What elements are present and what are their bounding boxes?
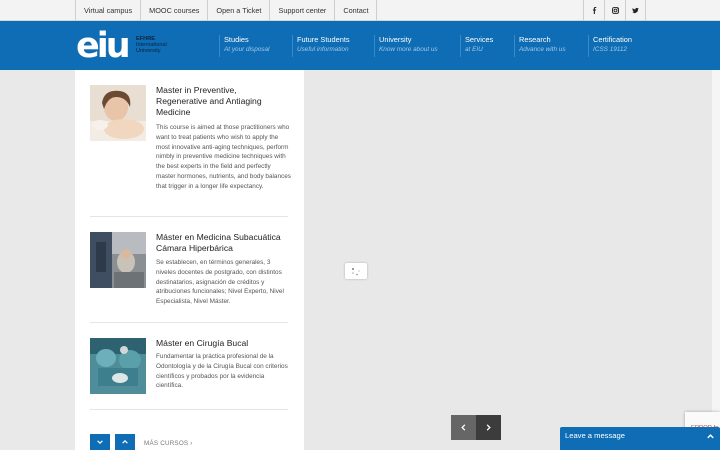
nav-research[interactable]: Research Advance with us — [514, 35, 566, 57]
top-bar: Virtual campus MOOC courses Open a Ticke… — [0, 0, 720, 21]
eiu-logo[interactable]: eiu EFHRE International University — [76, 28, 178, 64]
main-header: eiu EFHRE International University Studi… — [0, 21, 720, 70]
nav-divider — [292, 35, 293, 57]
course-title[interactable]: Máster en Cirugía Bucal — [156, 338, 290, 349]
course-title[interactable]: Máster en Medicina Subacuática Cámara Hi… — [156, 232, 290, 254]
chevron-right-icon — [486, 424, 491, 431]
slider-next-button[interactable] — [476, 415, 501, 440]
nav-divider — [514, 35, 515, 57]
logo-text: EFHRE International University — [136, 36, 167, 54]
chat-label: Leave a message — [565, 431, 625, 440]
open-ticket-link[interactable]: Open a Ticket — [207, 0, 269, 21]
virtual-campus-link[interactable]: Virtual campus — [75, 0, 140, 21]
mooc-courses-link[interactable]: MOOC courses — [140, 0, 207, 21]
scroll-down-button[interactable] — [90, 434, 110, 450]
leave-message-chat-bar[interactable]: Leave a message — [560, 427, 720, 450]
facebook-icon[interactable] — [583, 0, 604, 21]
divider — [90, 322, 288, 323]
chevron-down-icon — [97, 440, 103, 445]
slider-area — [304, 70, 712, 450]
nav-university[interactable]: University Know more about us — [374, 35, 438, 57]
slider-prev-button[interactable] — [451, 415, 476, 440]
nav-divider — [588, 35, 589, 57]
course-item[interactable]: Master in Preventive, Regenerative and A… — [90, 85, 291, 215]
nav-future-students[interactable]: Future Students Useful information — [292, 35, 350, 57]
slider-arrows — [451, 415, 501, 440]
course-description: This course is aimed at those practition… — [156, 124, 291, 190]
course-thumbnail-hyperbaric[interactable] — [90, 232, 146, 288]
course-item[interactable]: Máster en Cirugía Bucal Fundamentar la p… — [90, 338, 288, 398]
divider — [90, 216, 288, 217]
course-thumbnail-oral-surgery[interactable] — [90, 338, 146, 394]
logo-mark: eiu — [76, 26, 131, 66]
loading-spinner-icon — [352, 268, 360, 276]
chevron-up-icon — [122, 439, 128, 444]
course-title[interactable]: Master in Preventive, Regenerative and A… — [156, 85, 290, 118]
twitter-icon[interactable] — [625, 0, 646, 21]
scroll-strip — [712, 70, 720, 450]
loading-spinner — [345, 263, 367, 279]
top-links: Virtual campus MOOC courses Open a Ticke… — [75, 0, 378, 21]
divider — [90, 409, 288, 410]
course-description: Fundamentar la práctica profesional de l… — [156, 353, 288, 390]
nav-studies[interactable]: Studies At your disposal — [219, 35, 269, 57]
support-center-link[interactable]: Support center — [269, 0, 334, 21]
nav-divider — [374, 35, 375, 57]
nav-services[interactable]: Services at EIU — [460, 35, 493, 57]
course-thumbnail-antiaging[interactable] — [90, 85, 146, 141]
scroll-up-button[interactable] — [115, 434, 135, 450]
course-item[interactable]: Máster en Medicina Subacuática Cámara Hi… — [90, 232, 288, 312]
nav-certification[interactable]: Certification ICSS 19112 — [588, 35, 632, 57]
nav-divider — [219, 35, 220, 57]
instagram-icon[interactable] — [604, 0, 625, 21]
chevron-left-icon — [461, 424, 466, 431]
more-courses-link[interactable]: MÁS CURSOS › — [144, 440, 193, 447]
social-links — [583, 0, 646, 21]
course-list-panel: Master in Preventive, Regenerative and A… — [75, 70, 304, 450]
course-description: Se establecen, en términos generales, 3 … — [156, 259, 284, 306]
nav-divider — [460, 35, 461, 57]
chevron-up-icon — [707, 434, 714, 439]
contact-link[interactable]: Contact — [334, 0, 378, 21]
